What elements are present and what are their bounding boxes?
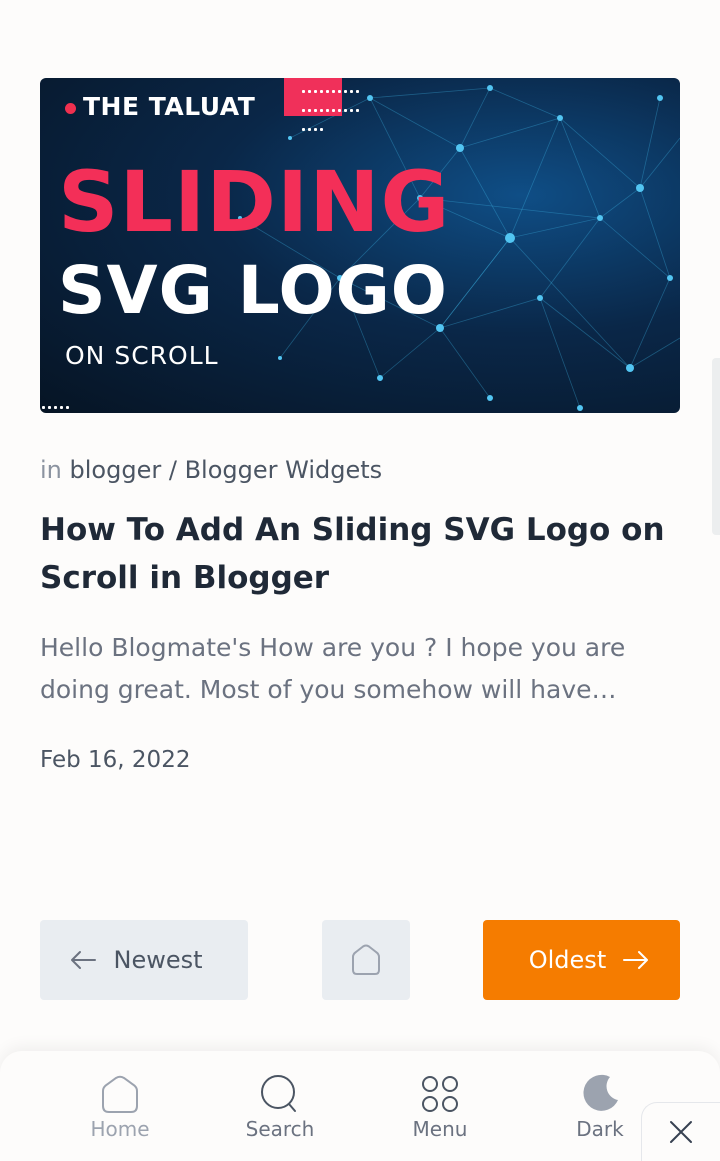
decorative-dots [302, 80, 362, 137]
post-categories[interactable]: blogger / Blogger Widgets [70, 456, 383, 484]
thumbnail-title-line1: SLIDING [58, 153, 451, 251]
decorative-dots-bottom [42, 396, 72, 413]
thumbnail-title-line3: ON SCROLL [65, 341, 219, 370]
newest-label: Newest [113, 946, 203, 974]
oldest-label: Oldest [528, 946, 607, 974]
newest-button[interactable]: Newest [40, 920, 248, 1000]
arrow-left-icon [71, 951, 97, 969]
oldest-button[interactable]: Oldest [483, 920, 680, 1000]
nav-home-label: Home [90, 1117, 150, 1141]
search-icon [261, 1075, 296, 1112]
home-icon [102, 1075, 138, 1113]
post-date: Feb 16, 2022 [40, 747, 191, 773]
arrow-right-icon [623, 951, 649, 969]
thumbnail-title-line2: SVG LOGO [58, 252, 448, 329]
nav-home[interactable]: Home [60, 1073, 180, 1141]
nav-dark-label: Dark [576, 1117, 624, 1141]
grid-icon [422, 1076, 458, 1112]
close-icon [670, 1121, 692, 1143]
pager-home-button[interactable] [322, 920, 410, 1000]
post-meta: in blogger / Blogger Widgets [40, 456, 382, 484]
nav-search[interactable]: Search [220, 1073, 340, 1141]
close-button[interactable] [641, 1102, 720, 1161]
scroll-indicator[interactable] [712, 358, 720, 535]
brand-dot [65, 103, 76, 114]
meta-prefix: in [40, 456, 62, 484]
nav-search-label: Search [245, 1117, 315, 1141]
nav-menu[interactable]: Menu [380, 1073, 500, 1141]
thumbnail-brand: THE TALUAT [83, 92, 256, 121]
post-thumbnail[interactable]: THE TALUAT SLIDING SVG LOGO ON SCROLL [40, 78, 680, 413]
home-icon [352, 944, 380, 975]
moon-icon [583, 1074, 618, 1111]
post-title[interactable]: How To Add An Sliding SVG Logo on Scroll… [40, 506, 680, 602]
bottom-nav: Home Search Menu Dark [0, 1051, 720, 1161]
nav-menu-label: Menu [412, 1117, 468, 1141]
post-excerpt: Hello Blogmate's How are you ? I hope yo… [40, 633, 626, 704]
